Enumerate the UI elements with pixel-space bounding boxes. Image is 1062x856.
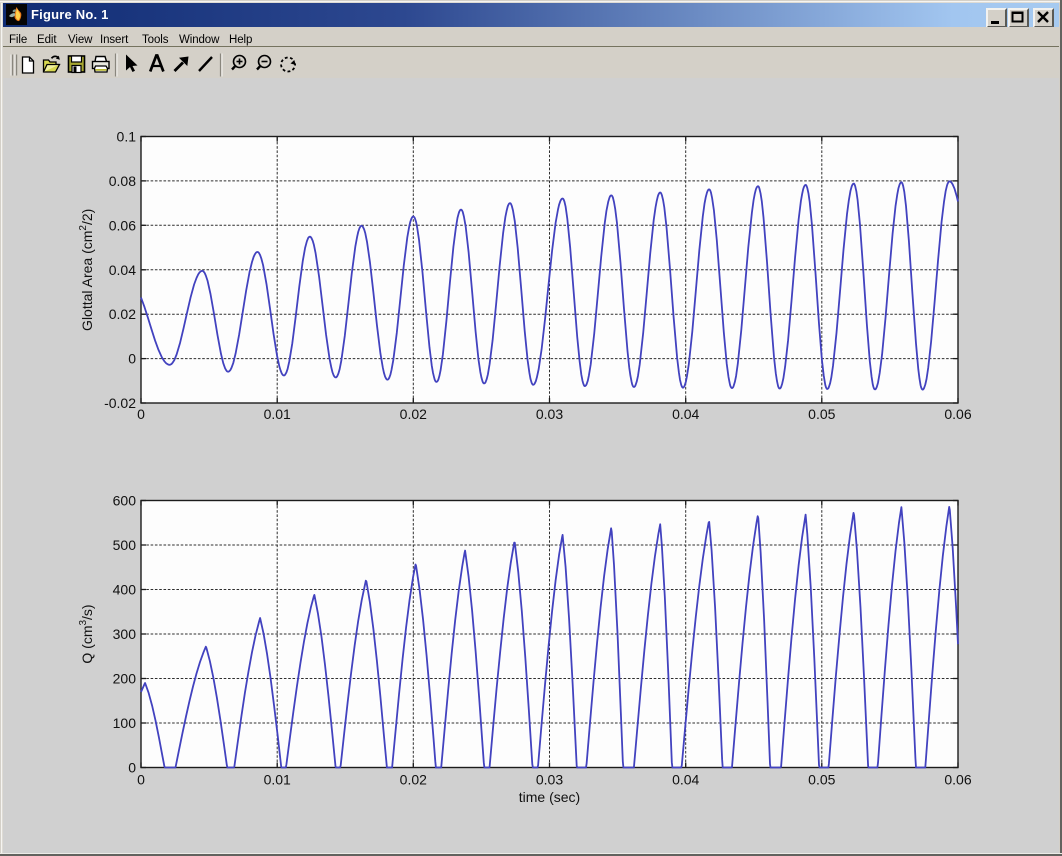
svg-text:0: 0 (137, 406, 145, 422)
svg-text:0.03: 0.03 (536, 406, 563, 422)
svg-text:0.06: 0.06 (109, 217, 136, 233)
svg-text:0.04: 0.04 (672, 406, 699, 422)
svg-text:0.04: 0.04 (672, 772, 699, 788)
svg-text:0.02: 0.02 (109, 306, 136, 322)
svg-text:Q (cm3/s): Q (cm3/s) (78, 604, 95, 663)
svg-text:-0.02: -0.02 (104, 395, 136, 411)
svg-text:200: 200 (113, 671, 137, 687)
svg-text:0: 0 (137, 772, 145, 788)
svg-text:0.06: 0.06 (944, 406, 971, 422)
svg-text:0.02: 0.02 (400, 406, 427, 422)
svg-text:500: 500 (113, 537, 137, 553)
svg-text:0.02: 0.02 (400, 772, 427, 788)
svg-text:0.1: 0.1 (117, 129, 137, 145)
svg-text:600: 600 (113, 493, 137, 509)
svg-text:0.01: 0.01 (264, 772, 291, 788)
svg-text:0: 0 (128, 760, 136, 776)
svg-text:0.03: 0.03 (536, 772, 563, 788)
svg-text:0.04: 0.04 (109, 262, 136, 278)
svg-text:300: 300 (113, 626, 137, 642)
svg-text:0.06: 0.06 (944, 772, 971, 788)
svg-text:0.05: 0.05 (808, 406, 835, 422)
svg-text:time (sec): time (sec) (519, 789, 580, 805)
svg-text:0.01: 0.01 (264, 406, 291, 422)
svg-text:Glottal Area (cm2/2): Glottal Area (cm2/2) (78, 209, 95, 331)
svg-text:0.05: 0.05 (808, 772, 835, 788)
svg-text:400: 400 (113, 582, 137, 598)
svg-text:0: 0 (128, 351, 136, 367)
svg-text:0.08: 0.08 (109, 173, 136, 189)
svg-text:100: 100 (113, 715, 137, 731)
